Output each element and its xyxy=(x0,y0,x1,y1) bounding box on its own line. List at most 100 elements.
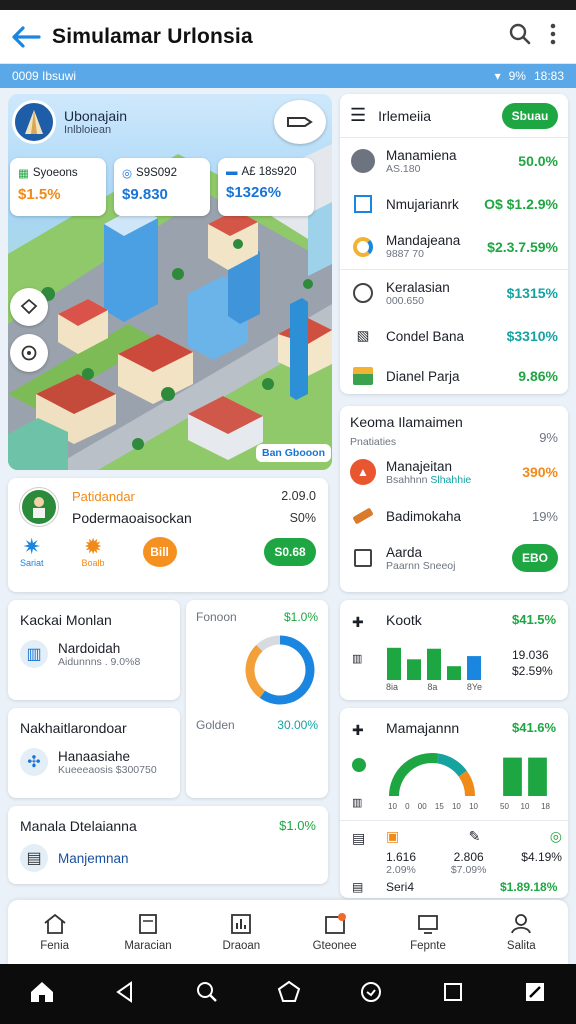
bar-mark xyxy=(387,647,401,680)
tab-messages[interactable]: Maracian xyxy=(101,900,194,964)
map-stat-chips: ▦ Syoeons $1.5% ◎ S9S092 $9.830 ▬ A£ 18s920… xyxy=(10,158,314,216)
list-item[interactable]: Manamiena AS.180 50.0% xyxy=(340,138,568,184)
profile-subtitle: Podermaoaisockan xyxy=(72,509,192,526)
flag-icon: ▲ xyxy=(350,459,376,485)
menu-icon[interactable]: ☰ xyxy=(350,105,366,126)
city-map-panel[interactable]: Ubonajain Inlbloiean ▦ Syoeons $1.5% ◎ S9S… xyxy=(8,94,332,470)
tab-reports[interactable]: Fepnte xyxy=(381,900,474,964)
stats-foot-value: $1.89.18% xyxy=(500,880,558,894)
gauge-card[interactable]: ✚ ▥ Mamajannn $41.6% 10 0 00 15 10 10 50… xyxy=(340,708,568,898)
tab-profile[interactable]: Salita xyxy=(475,900,568,964)
mini-bar-tick: 10 xyxy=(520,802,530,811)
bar-mark xyxy=(528,757,547,796)
map-tool-button-1[interactable] xyxy=(10,288,48,326)
stat-chip-2-value: $9.830 xyxy=(122,186,168,203)
left-card-item-sub: Kueeeaosis $300750 xyxy=(58,763,157,776)
bill-button[interactable]: Bill xyxy=(142,537,177,567)
left-card-3[interactable]: Manala Dtelaianna $1.0% ▤ Manjemnan xyxy=(8,806,328,884)
bar-card-val-a: 19.036 xyxy=(512,648,549,662)
square-icon xyxy=(444,982,462,1001)
plus-icon: ✚ xyxy=(352,614,364,630)
list-item-label: Dianel Parja xyxy=(386,368,460,384)
keoma-subtitle: Pnatiaties xyxy=(350,436,397,448)
map-badge[interactable]: Ban Gbooon xyxy=(256,444,331,462)
list-item[interactable]: Badimokaha 19% xyxy=(340,496,568,536)
route-button[interactable] xyxy=(274,100,326,144)
donut-card[interactable]: Fonoon $1.0% Golden 30.00% xyxy=(186,600,328,798)
assistant-nav-button[interactable] xyxy=(359,980,383,1009)
monitor-icon xyxy=(418,915,438,934)
mini-bar-tick: 50 xyxy=(500,802,509,811)
tab-store[interactable]: Gteonee xyxy=(288,900,381,964)
profile-action-1[interactable]: ✷ Sariat xyxy=(20,536,44,569)
list-item-value: O$ $1.2.9% xyxy=(484,196,558,212)
donut-chart xyxy=(245,635,315,705)
stat-chip-3[interactable]: ▬ A£ 18s920 $1326% xyxy=(218,158,314,216)
phone-screen: 0009 Ibsuwi ▾ 9% 18:83 Ubonajain Inlbloi… xyxy=(0,64,576,964)
left-card-2[interactable]: Nakhaitlarondoar ✣ Hanaasiahe Kueeeaosis… xyxy=(8,708,180,798)
left-card-1[interactable]: Kackai Monlan ▥ Nardoidah Aidunnns . 9.0… xyxy=(8,600,180,700)
list-item[interactable]: Mandajeana 9887 70 $2.3.7.59% xyxy=(340,224,568,270)
home-nav-button[interactable] xyxy=(29,980,55,1009)
list-item[interactable]: Nmujarianrk O$ $1.2.9% xyxy=(340,184,568,224)
search-icon xyxy=(509,23,531,45)
system-top-strip xyxy=(0,0,576,10)
stats-v1: $4.19% xyxy=(521,850,562,864)
list-item[interactable]: Aarda Paarnn Sneeoj EBO xyxy=(340,536,568,580)
triangle-back-icon xyxy=(116,980,132,1003)
tab-charts[interactable]: Draoan xyxy=(195,900,288,964)
gauge-tick: 0 xyxy=(405,802,410,811)
list-item[interactable]: Keralasian 000.650 $1315% xyxy=(340,270,568,316)
bar-card[interactable]: ✚ ▥ Kootk $41.5% 8ia 8a 8Ye 19.036 $2.59… xyxy=(340,600,568,700)
card-icon: ▬ xyxy=(226,166,238,178)
gauge-tick: 00 xyxy=(417,802,427,811)
list-item[interactable]: ▲ Manajeitan Bsahhnn Slhahhie 390% xyxy=(340,448,568,496)
keoma-title: Keoma Ilamaimen xyxy=(350,414,463,430)
pentagon-nav-button[interactable] xyxy=(277,980,301,1009)
search-nav-button[interactable] xyxy=(195,980,219,1009)
tab-home[interactable]: Fenia xyxy=(8,900,101,964)
document-icon xyxy=(139,914,157,934)
tab-label: Gteonee xyxy=(312,940,357,952)
profile-action-2[interactable]: ✹ Boalb xyxy=(82,534,105,569)
gauge-arc xyxy=(389,753,439,797)
landmark-avatar xyxy=(12,100,56,144)
donut-label: Fonoon xyxy=(196,610,237,624)
list-item[interactable]: ▧ Condel Bana $3310% xyxy=(340,316,568,356)
profile-val1: 2.09.0 xyxy=(281,489,316,503)
back-nav-button[interactable] xyxy=(113,980,137,1009)
map-tool-button-2[interactable] xyxy=(10,334,48,372)
globe-icon: ✣ xyxy=(20,748,48,776)
tab-label: Maracian xyxy=(124,940,172,952)
mini-bar-tick: 18 xyxy=(541,802,550,811)
stat-chip-1[interactable]: ▦ Syoeons $1.5% xyxy=(10,158,106,216)
back-button[interactable] xyxy=(0,10,52,64)
map-header: Ubonajain Inlbloiean xyxy=(12,100,127,144)
list-item-label: Condel Bana xyxy=(386,328,465,344)
list-item-value: $2.3.7.59% xyxy=(487,238,558,255)
edit-nav-button[interactable] xyxy=(523,980,547,1009)
right-list-action-button[interactable]: Sbuau xyxy=(502,102,558,129)
stats-foot-label: Seri4 xyxy=(386,880,415,894)
left-card-item-label: Nardoidah xyxy=(58,640,121,656)
compass-icon xyxy=(21,345,37,361)
bar-mark xyxy=(447,666,461,680)
keoma-title-value: 9% xyxy=(539,430,558,445)
left-card-item-label: Manjemnan xyxy=(58,850,129,866)
gauge-arc xyxy=(458,770,475,797)
search-button[interactable] xyxy=(508,22,532,51)
list-item-label: Aarda xyxy=(386,544,423,560)
divider xyxy=(340,820,568,821)
sun-icon: ✹ xyxy=(83,534,103,559)
chart-legend-icon: ▥ xyxy=(352,653,363,665)
bar-tick: 8a xyxy=(427,682,438,692)
list-item[interactable]: Dianel Parja 9.86% xyxy=(340,356,568,396)
stats-v1: 2.806 xyxy=(453,850,484,864)
profile-green-button[interactable]: S0.68 xyxy=(264,538,316,566)
more-button[interactable] xyxy=(548,22,558,51)
recents-nav-button[interactable] xyxy=(441,980,465,1009)
stat-chip-2[interactable]: ◎ S9S092 $9.830 xyxy=(114,158,210,216)
list-item-label: Badimokaha xyxy=(386,508,462,524)
keoma-action-button[interactable]: EBO xyxy=(512,544,558,572)
list-item-sub: AS.180 xyxy=(386,162,421,175)
